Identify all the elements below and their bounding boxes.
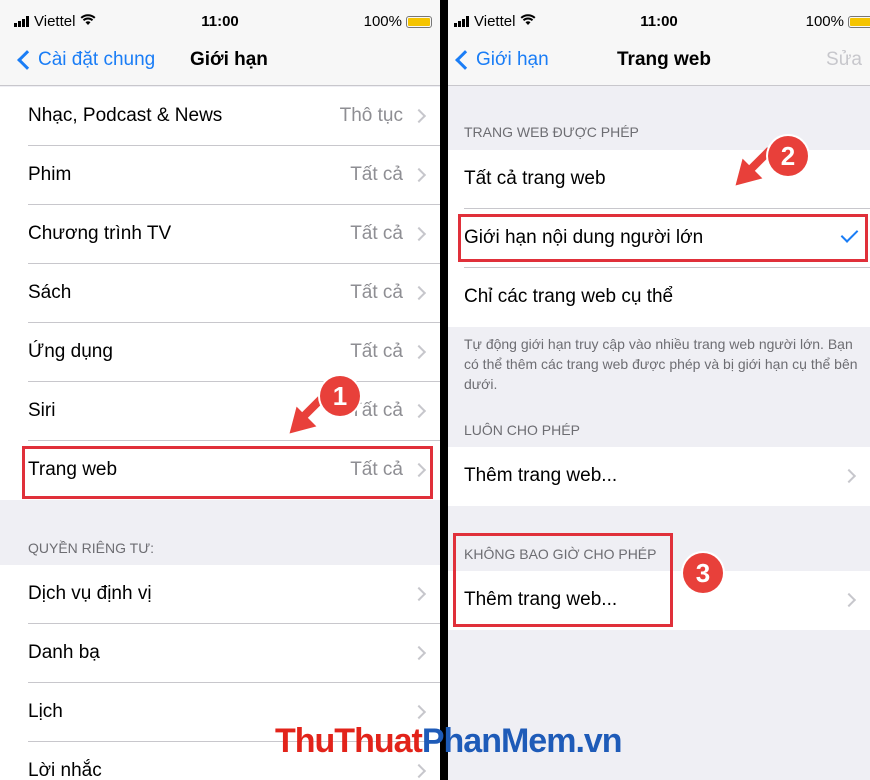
highlight-box-limit-adult	[458, 214, 868, 262]
battery-icon	[848, 15, 870, 28]
section-header-privacy: QUYỀN RIÊNG TƯ:	[28, 540, 155, 556]
row-label: Siri	[28, 400, 56, 421]
chevron-right-icon	[841, 468, 857, 484]
divider	[440, 0, 448, 780]
back-button[interactable]: Giới hạn	[452, 49, 549, 71]
watermark-part3: .vn	[575, 722, 622, 760]
row-label: Danh bạ	[28, 642, 100, 663]
left-screen: Viettel 11:00 100% Cài đặt chung Giới hạ…	[0, 0, 440, 780]
back-button[interactable]: Cài đặt chung	[14, 49, 155, 71]
row-apps[interactable]: Ứng dụng Tất cả	[0, 323, 440, 382]
battery-icon	[406, 15, 432, 28]
battery: 100%	[364, 13, 432, 30]
right-screen: Viettel 11:00 100% Giới hạn Trang web Sử…	[448, 0, 870, 780]
chevron-right-icon	[411, 403, 427, 419]
row-location-services[interactable]: Dịch vụ định vị	[0, 565, 440, 624]
row-label: Ứng dụng	[28, 341, 113, 362]
row-label: Phim	[28, 164, 72, 185]
row-movies[interactable]: Phim Tất cả	[0, 146, 440, 205]
watermark-part1: ThuThuat	[275, 722, 423, 760]
chevron-right-icon	[411, 285, 427, 301]
row-label: Chương trình TV	[28, 223, 172, 244]
chevron-right-icon	[411, 704, 427, 720]
row-contacts[interactable]: Danh bạ	[0, 624, 440, 683]
row-value: Tất cả	[350, 282, 403, 303]
row-label: Dịch vụ định vị	[28, 583, 152, 604]
row-label: Nhạc, Podcast & News	[28, 105, 223, 126]
row-label: Thêm trang web...	[464, 465, 618, 486]
always-allow-add-website[interactable]: Thêm trang web...	[448, 447, 870, 506]
highlight-box-never-allow	[453, 533, 673, 627]
battery-percent: 100%	[805, 13, 844, 30]
row-label: Lời nhắc	[28, 760, 102, 780]
option-specific-websites[interactable]: Chỉ các trang web cụ thể	[448, 268, 870, 327]
chevron-right-icon	[411, 645, 427, 661]
row-siri[interactable]: Siri Tất cả	[0, 382, 440, 441]
row-tv-shows[interactable]: Chương trình TV Tất cả	[0, 205, 440, 264]
status-bar: Viettel 11:00 100%	[0, 0, 440, 44]
chevron-left-icon	[17, 50, 37, 70]
section-header-allowed: TRANG WEB ĐƯỢC PHÉP	[464, 124, 639, 140]
chevron-right-icon	[841, 592, 857, 608]
chevron-right-icon	[411, 344, 427, 360]
nav-bar: Cài đặt chung Giới hạn	[0, 44, 440, 86]
row-books[interactable]: Sách Tất cả	[0, 264, 440, 323]
step-badge-3: 3	[683, 553, 723, 593]
battery-percent: 100%	[363, 13, 402, 30]
row-label: Lịch	[28, 701, 63, 722]
row-value: Thô tục	[339, 105, 403, 126]
back-label: Giới hạn	[476, 49, 549, 70]
status-bar: Viettel 11:00 100%	[448, 0, 870, 44]
section-header-always-allow: LUÔN CHO PHÉP	[464, 422, 580, 438]
watermark-part2: PhanMem	[421, 722, 577, 760]
battery: 100%	[806, 13, 870, 30]
chevron-left-icon	[455, 50, 475, 70]
option-label: Chỉ các trang web cụ thể	[464, 286, 674, 307]
chevron-right-icon	[411, 167, 427, 183]
nav-bar: Giới hạn Trang web Sửa	[448, 44, 870, 86]
chevron-right-icon	[411, 763, 427, 779]
highlight-box-websites	[22, 446, 433, 499]
edit-button[interactable]: Sửa	[826, 49, 862, 71]
row-music[interactable]: Nhạc, Podcast & News Thô tục	[0, 87, 440, 146]
watermark: ThuThuatPhanMem.vn	[275, 722, 623, 761]
page-title: Trang web	[617, 49, 711, 70]
section-footer-description: Tự động giới hạn truy cập vào nhiều tran…	[464, 336, 858, 392]
chevron-right-icon	[411, 226, 427, 242]
option-label: Tất cả trang web	[464, 168, 606, 189]
step-badge-1: 1	[320, 376, 360, 416]
row-label: Sách	[28, 282, 72, 303]
row-value: Tất cả	[350, 341, 403, 362]
row-value: Tất cả	[350, 223, 403, 244]
page-title: Giới hạn	[190, 49, 268, 70]
row-value: Tất cả	[350, 164, 403, 185]
back-label: Cài đặt chung	[38, 49, 156, 70]
chevron-right-icon	[411, 108, 427, 124]
chevron-right-icon	[411, 586, 427, 602]
step-badge-2: 2	[768, 136, 808, 176]
